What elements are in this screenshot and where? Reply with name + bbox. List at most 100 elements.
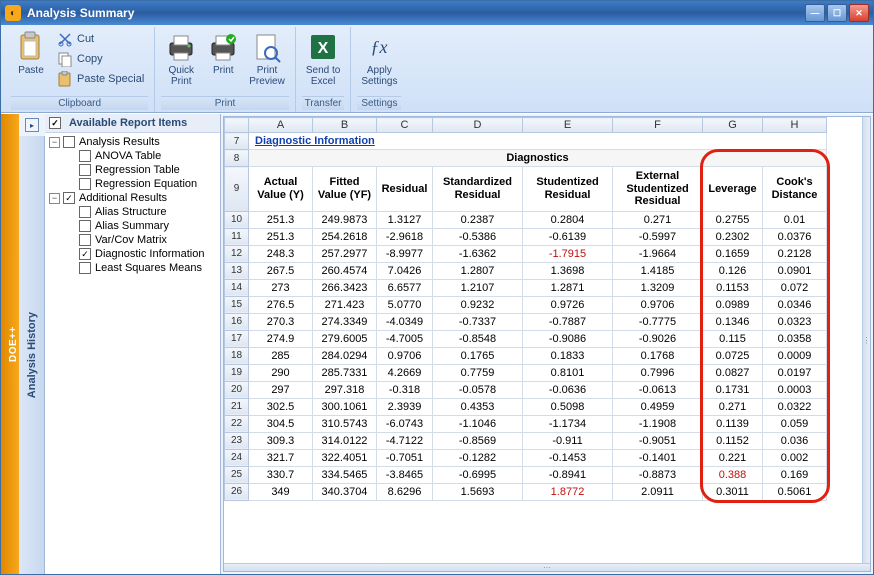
data-cell[interactable]: 0.036 — [763, 432, 827, 449]
row-header[interactable]: 19 — [225, 364, 249, 381]
data-cell[interactable]: 1.2807 — [433, 262, 523, 279]
data-cell[interactable]: 273 — [249, 279, 313, 296]
data-cell[interactable]: 267.5 — [249, 262, 313, 279]
data-cell[interactable]: 0.1659 — [703, 245, 763, 262]
data-cell[interactable]: 260.4574 — [313, 262, 377, 279]
data-cell[interactable]: 0.1768 — [613, 347, 703, 364]
data-cell[interactable]: 285 — [249, 347, 313, 364]
data-cell[interactable]: 0.2804 — [523, 211, 613, 228]
tree-checkbox[interactable] — [79, 234, 91, 246]
history-strip[interactable]: Analysis History — [19, 136, 45, 574]
data-cell[interactable]: 0.1833 — [523, 347, 613, 364]
data-cell[interactable]: 1.8772 — [523, 483, 613, 500]
data-cell[interactable]: -0.7887 — [523, 313, 613, 330]
tree-item[interactable]: ANOVA Table — [45, 149, 220, 163]
data-cell[interactable]: 4.2669 — [377, 364, 433, 381]
minimize-button[interactable]: — — [805, 4, 825, 22]
data-cell[interactable]: -0.7775 — [613, 313, 703, 330]
row-header[interactable]: 8 — [225, 150, 249, 167]
data-cell[interactable]: 300.1061 — [313, 398, 377, 415]
data-cell[interactable]: 0.01 — [763, 211, 827, 228]
column-header[interactable]: D — [433, 118, 523, 133]
tree-checkbox[interactable] — [79, 248, 91, 260]
data-cell[interactable]: 0.2128 — [763, 245, 827, 262]
data-cell[interactable]: 0.0725 — [703, 347, 763, 364]
paste-button[interactable]: Paste — [11, 29, 51, 78]
cut-button[interactable]: Cut — [53, 29, 148, 49]
data-cell[interactable]: -1.1734 — [523, 415, 613, 432]
data-cell[interactable]: 0.059 — [763, 415, 827, 432]
data-cell[interactable]: 249.9873 — [313, 211, 377, 228]
data-cell[interactable]: 271.423 — [313, 296, 377, 313]
data-cell[interactable]: 0.5098 — [523, 398, 613, 415]
data-cell[interactable]: 314.0122 — [313, 432, 377, 449]
tree-item[interactable]: Var/Cov Matrix — [45, 233, 220, 247]
data-cell[interactable]: -0.1282 — [433, 449, 523, 466]
data-cell[interactable]: 0.1153 — [703, 279, 763, 296]
data-cell[interactable]: -0.0578 — [433, 381, 523, 398]
row-header[interactable]: 24 — [225, 449, 249, 466]
tree-group[interactable]: −Analysis Results — [45, 135, 220, 149]
tree-item[interactable]: Regression Table — [45, 163, 220, 177]
data-cell[interactable]: 0.0358 — [763, 330, 827, 347]
row-header[interactable]: 14 — [225, 279, 249, 296]
data-cell[interactable]: 0.115 — [703, 330, 763, 347]
data-cell[interactable]: 0.7996 — [613, 364, 703, 381]
data-cell[interactable]: 310.5743 — [313, 415, 377, 432]
tree-item[interactable]: Diagnostic Information — [45, 247, 220, 261]
data-cell[interactable]: -1.9664 — [613, 245, 703, 262]
data-cell[interactable]: -0.9086 — [523, 330, 613, 347]
data-cell[interactable]: 2.0911 — [613, 483, 703, 500]
data-cell[interactable]: -0.7337 — [433, 313, 523, 330]
row-header[interactable]: 16 — [225, 313, 249, 330]
data-cell[interactable]: 0.271 — [703, 398, 763, 415]
data-cell[interactable]: 248.3 — [249, 245, 313, 262]
tree-checkbox[interactable] — [79, 262, 91, 274]
horizontal-splitter[interactable]: ⋯ — [224, 563, 870, 571]
data-cell[interactable]: -3.8465 — [377, 466, 433, 483]
tree-checkbox[interactable] — [63, 192, 75, 204]
data-cell[interactable]: -0.8941 — [523, 466, 613, 483]
data-cell[interactable]: -0.8548 — [433, 330, 523, 347]
data-cell[interactable]: -4.7005 — [377, 330, 433, 347]
data-cell[interactable]: 0.9706 — [377, 347, 433, 364]
data-cell[interactable]: -0.1453 — [523, 449, 613, 466]
data-cell[interactable]: 0.0827 — [703, 364, 763, 381]
data-cell[interactable]: -0.9051 — [613, 432, 703, 449]
tree-item[interactable]: Alias Structure — [45, 205, 220, 219]
data-cell[interactable]: 0.4959 — [613, 398, 703, 415]
data-cell[interactable]: 1.2871 — [523, 279, 613, 296]
data-cell[interactable]: -0.8873 — [613, 466, 703, 483]
data-cell[interactable]: -0.911 — [523, 432, 613, 449]
data-cell[interactable]: 1.5693 — [433, 483, 523, 500]
data-cell[interactable]: 270.3 — [249, 313, 313, 330]
tree-checkbox[interactable] — [79, 206, 91, 218]
row-header[interactable]: 11 — [225, 228, 249, 245]
column-header[interactable]: E — [523, 118, 613, 133]
data-cell[interactable]: -0.1401 — [613, 449, 703, 466]
data-cell[interactable]: 285.7331 — [313, 364, 377, 381]
data-cell[interactable]: 0.2387 — [433, 211, 523, 228]
data-cell[interactable]: 5.0770 — [377, 296, 433, 313]
tree-item[interactable]: Least Squares Means — [45, 261, 220, 275]
data-cell[interactable]: -0.6139 — [523, 228, 613, 245]
data-cell[interactable]: 0.1139 — [703, 415, 763, 432]
data-cell[interactable]: 0.0323 — [763, 313, 827, 330]
data-cell[interactable]: 0.5061 — [763, 483, 827, 500]
data-cell[interactable]: -4.0349 — [377, 313, 433, 330]
data-cell[interactable]: 0.072 — [763, 279, 827, 296]
data-cell[interactable]: 349 — [249, 483, 313, 500]
data-cell[interactable]: 330.7 — [249, 466, 313, 483]
data-cell[interactable]: 254.2618 — [313, 228, 377, 245]
maximize-button[interactable]: ☐ — [827, 4, 847, 22]
paste-special-button[interactable]: Paste Special — [53, 69, 148, 89]
data-cell[interactable]: 1.3127 — [377, 211, 433, 228]
data-cell[interactable]: 1.4185 — [613, 262, 703, 279]
data-cell[interactable]: -8.9977 — [377, 245, 433, 262]
data-cell[interactable]: 0.9706 — [613, 296, 703, 313]
data-cell[interactable]: 304.5 — [249, 415, 313, 432]
tree-checkbox[interactable] — [79, 178, 91, 190]
tree-group[interactable]: −Additional Results — [45, 191, 220, 205]
data-cell[interactable]: 284.0294 — [313, 347, 377, 364]
data-cell[interactable]: -0.9026 — [613, 330, 703, 347]
